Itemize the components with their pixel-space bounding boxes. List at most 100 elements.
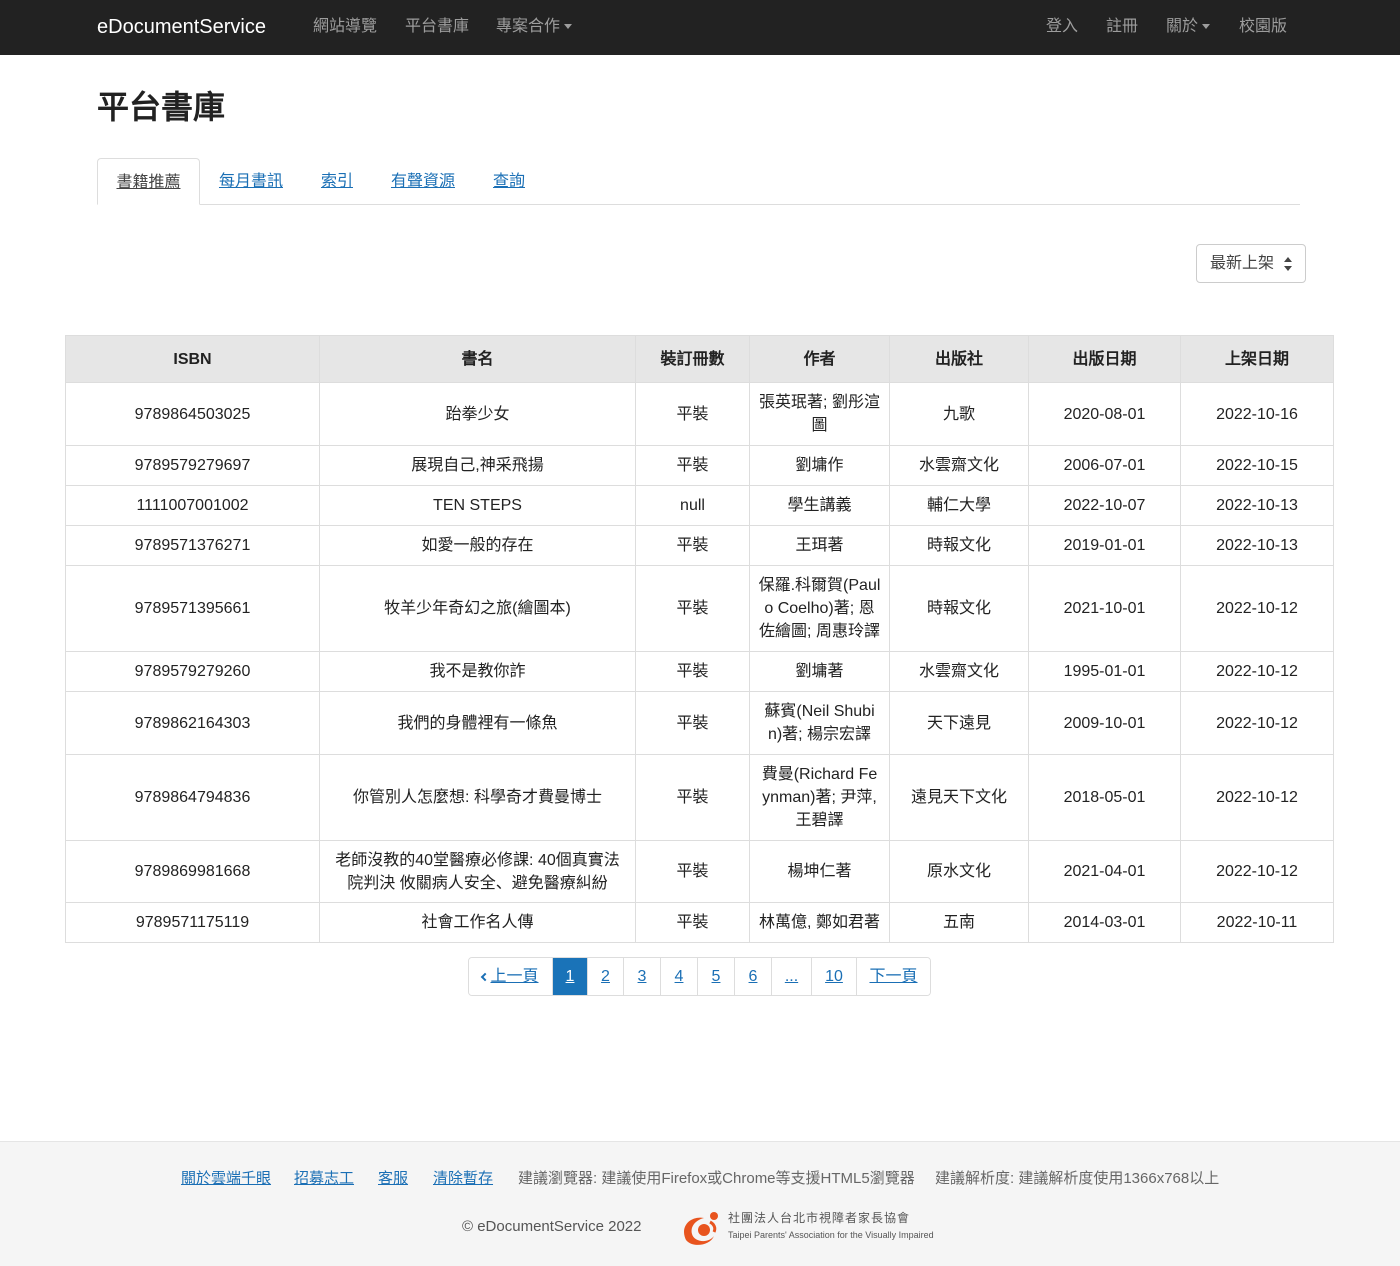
cell-publisher: 九歌	[889, 382, 1029, 446]
cell-binding: null	[635, 485, 750, 526]
cell-publisher: 水雲齋文化	[889, 651, 1029, 692]
table-row[interactable]: 9789571395661 牧羊少年奇幻之旅(繪圖本) 平裝 保羅.科爾賀(Pa…	[65, 565, 1334, 652]
header-author: 作者	[749, 335, 890, 383]
table-row[interactable]: 9789862164303 我們的身體裡有一條魚 平裝 蘇賓(Neil Shub…	[65, 691, 1334, 755]
nav-platform-library[interactable]: 平台書庫	[405, 16, 469, 38]
cell-shelf-date: 2022-10-12	[1180, 840, 1334, 903]
cell-title: 老師沒教的40堂醫療必修課: 40個真實法院判決 攸關病人安全、避免醫療糾紛	[319, 840, 636, 903]
page-button-5[interactable]: 5	[697, 958, 734, 995]
page-ellipsis[interactable]: ...	[771, 958, 811, 995]
sort-select[interactable]: 最新上架	[1196, 244, 1306, 283]
cell-title: TEN STEPS	[319, 485, 636, 526]
nav-about-label: 關於	[1166, 18, 1199, 35]
cell-binding: 平裝	[635, 382, 750, 446]
footer-copyright: © eDocumentService 2022	[462, 1218, 642, 1235]
prev-page-button[interactable]: 上一頁	[469, 958, 552, 995]
cell-isbn: 9789869981668	[65, 840, 320, 903]
cell-isbn: 9789571376271	[65, 525, 320, 566]
cell-shelf-date: 2022-10-11	[1180, 902, 1334, 943]
cell-pub-date: 2020-08-01	[1028, 382, 1181, 446]
cell-isbn: 9789571175119	[65, 902, 320, 943]
prev-page-label: 上一頁	[490, 968, 539, 985]
footer-link-support[interactable]: 客服	[378, 1169, 408, 1189]
cell-author: 蘇賓(Neil Shubin)著; 楊宗宏譯	[749, 691, 890, 755]
table-row[interactable]: 9789571175119 社會工作名人傳 平裝 林萬億, 鄭如君著 五南 20…	[65, 902, 1334, 943]
cell-author: 費曼(Richard Feynman)著; 尹萍, 王碧譯	[749, 754, 890, 841]
cell-binding: 平裝	[635, 754, 750, 841]
logo-name-zh: 社團法人台北市視障者家長協會	[728, 1211, 911, 1225]
tab-monthly-news[interactable]: 每月書訊	[200, 158, 302, 205]
cell-title: 我們的身體裡有一條魚	[319, 691, 636, 755]
table-row[interactable]: 9789579279260 我不是教你詐 平裝 劉墉著 水雲齋文化 1995-0…	[65, 651, 1334, 692]
cell-author: 學生講義	[749, 485, 890, 526]
cell-binding: 平裝	[635, 840, 750, 903]
cell-author: 楊坤仁著	[749, 840, 890, 903]
tab-index[interactable]: 索引	[302, 158, 372, 205]
cell-binding: 平裝	[635, 565, 750, 652]
table-row[interactable]: 9789864503025 跆拳少女 平裝 張英珉著; 劉彤渲圖 九歌 2020…	[65, 382, 1334, 446]
nav-login[interactable]: 登入	[1046, 16, 1078, 38]
next-page-button[interactable]: 下一頁	[856, 958, 930, 995]
cell-pub-date: 2022-10-07	[1028, 485, 1181, 526]
tab-audio-resources[interactable]: 有聲資源	[372, 158, 474, 205]
header-isbn: ISBN	[65, 335, 320, 383]
cell-isbn: 9789579279260	[65, 651, 320, 692]
cell-isbn: 9789864794836	[65, 754, 320, 841]
nav-register[interactable]: 註冊	[1106, 16, 1138, 38]
table-row[interactable]: 9789571376271 如愛一般的存在 平裝 王珥著 時報文化 2019-0…	[65, 525, 1334, 566]
page-button-2[interactable]: 2	[587, 958, 623, 995]
chevron-down-icon	[1202, 24, 1211, 30]
cell-publisher: 五南	[889, 902, 1029, 943]
page-button-4[interactable]: 4	[660, 958, 697, 995]
table-row[interactable]: 1111007001002 TEN STEPS null 學生講義 輔仁大學 2…	[65, 485, 1334, 526]
cell-shelf-date: 2022-10-13	[1180, 525, 1334, 566]
nav-projects-dropdown[interactable]: 專案合作	[496, 16, 573, 38]
cell-publisher: 天下遠見	[889, 691, 1029, 755]
cell-title: 展現自己,神采飛揚	[319, 445, 636, 486]
tab-search[interactable]: 查詢	[474, 158, 544, 205]
header-binding: 裝訂冊數	[635, 335, 750, 383]
nav-site-guide[interactable]: 網站導覽	[313, 16, 377, 38]
cell-binding: 平裝	[635, 525, 750, 566]
pagination: 上一頁 1 2 3 4 5 6 ... 10 下一頁	[468, 957, 931, 996]
table-row[interactable]: 9789579279697 展現自己,神采飛揚 平裝 劉墉作 水雲齋文化 200…	[65, 445, 1334, 486]
cell-isbn: 1111007001002	[65, 485, 320, 526]
header-title: 書名	[319, 335, 636, 383]
cell-pub-date: 2006-07-01	[1028, 445, 1181, 486]
cell-publisher: 原水文化	[889, 840, 1029, 903]
footer-link-volunteer[interactable]: 招募志工	[294, 1169, 354, 1189]
cell-author: 王珥著	[749, 525, 890, 566]
page-button-6[interactable]: 6	[734, 958, 771, 995]
nav-campus-edition[interactable]: 校園版	[1239, 16, 1287, 38]
page-button-3[interactable]: 3	[623, 958, 660, 995]
nav-projects-label: 專案合作	[496, 18, 561, 35]
cell-binding: 平裝	[635, 651, 750, 692]
cell-isbn: 9789571395661	[65, 565, 320, 652]
cell-title: 你管別人怎麼想: 科學奇才費曼博士	[319, 754, 636, 841]
cell-author: 保羅.科爾賀(Paulo Coelho)著; 恩佐繪圖; 周惠玲譯	[749, 565, 890, 652]
footer-link-clear-cache[interactable]: 清除暫存	[433, 1169, 493, 1189]
header-pub-date: 出版日期	[1028, 335, 1181, 383]
sort-selected-value: 最新上架	[1210, 255, 1275, 272]
association-logo[interactable]: 社團法人台北市視障者家長協會 Taipei Parents' Associati…	[680, 1208, 940, 1248]
brand-link[interactable]: eDocumentService	[97, 14, 266, 40]
table-row[interactable]: 9789864794836 你管別人怎麼想: 科學奇才費曼博士 平裝 費曼(Ri…	[65, 754, 1334, 841]
tab-book-recommendations[interactable]: 書籍推薦	[97, 158, 200, 205]
table-header-row: ISBN 書名 裝訂冊數 作者 出版社 出版日期 上架日期	[65, 335, 1334, 383]
table-row[interactable]: 9789869981668 老師沒教的40堂醫療必修課: 40個真實法院判決 攸…	[65, 840, 1334, 903]
cell-pub-date: 2019-01-01	[1028, 525, 1181, 566]
page-button-10[interactable]: 10	[811, 958, 856, 995]
cell-title: 如愛一般的存在	[319, 525, 636, 566]
page-button-1[interactable]: 1	[552, 958, 587, 995]
top-navbar: eDocumentService 網站導覽 平台書庫 專案合作 登入 註冊 關於…	[0, 0, 1400, 55]
chevron-left-icon	[481, 972, 490, 982]
nav-about-dropdown[interactable]: 關於	[1166, 16, 1211, 38]
cell-title: 我不是教你詐	[319, 651, 636, 692]
books-table: ISBN 書名 裝訂冊數 作者 出版社 出版日期 上架日期 9789864503…	[65, 335, 1334, 943]
footer: 關於雲端千眼 招募志工 客服 清除暫存 建議瀏覽器: 建議使用Firefox或C…	[0, 1141, 1400, 1266]
chevron-down-icon	[564, 24, 573, 30]
association-logo-icon	[684, 1212, 718, 1245]
footer-link-about[interactable]: 關於雲端千眼	[181, 1169, 271, 1189]
cell-shelf-date: 2022-10-12	[1180, 691, 1334, 755]
cell-author: 張英珉著; 劉彤渲圖	[749, 382, 890, 446]
